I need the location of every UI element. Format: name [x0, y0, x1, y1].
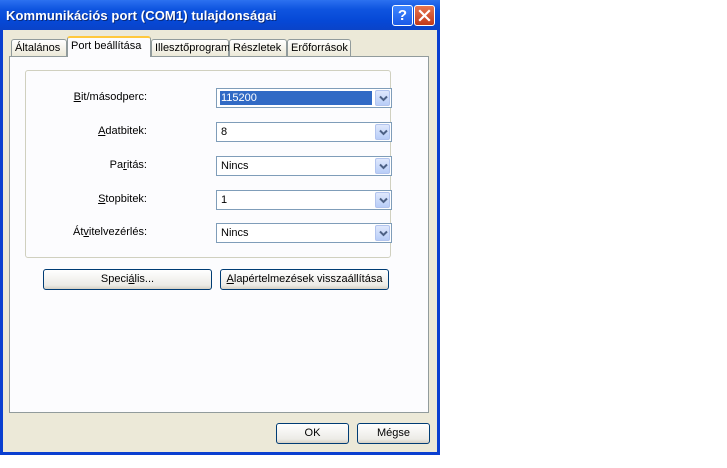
parity-select[interactable]: Nincs: [216, 156, 392, 176]
flow-control-dropdown-button[interactable]: [375, 225, 390, 241]
data-bits-select[interactable]: 8: [216, 122, 392, 142]
ok-button[interactable]: OK: [276, 423, 349, 444]
title-bar[interactable]: Kommunikációs port (COM1) tulajdonságai …: [0, 0, 440, 30]
advanced-button[interactable]: Speciális...: [43, 269, 212, 290]
stop-bits-select[interactable]: 1: [216, 190, 392, 210]
tab-label: Port beállítása: [71, 40, 142, 52]
port-settings-panel: Bit/másodperc: 115200 Adatbitek: 8 Parit…: [9, 56, 429, 413]
tab-resources[interactable]: Erőforrások: [287, 39, 351, 56]
stop-bits-value: 1: [221, 194, 228, 206]
tab-label: Részletek: [233, 42, 282, 54]
bits-per-second-select[interactable]: 115200: [216, 88, 392, 108]
bits-per-second-dropdown-button[interactable]: [375, 90, 390, 106]
parity-value: Nincs: [221, 160, 249, 172]
chevron-down-icon: [379, 230, 388, 237]
window-title: Kommunikációs port (COM1) tulajdonságai: [6, 8, 277, 23]
flow-control-label: Átvitelvezérlés:: [73, 226, 147, 238]
bits-per-second-value: 115200: [220, 91, 372, 105]
port-settings-group: Bit/másodperc: 115200 Adatbitek: 8 Parit…: [25, 70, 392, 258]
dialog-body: Általános Port beállítása Illesztőprogra…: [3, 30, 437, 452]
properties-dialog: Kommunikációs port (COM1) tulajdonságai …: [0, 0, 440, 455]
chevron-down-icon: [379, 163, 388, 170]
tab-label: Erőforrások: [291, 42, 348, 54]
stop-bits-label: Stopbitek:: [98, 193, 147, 205]
help-button[interactable]: ?: [392, 5, 413, 26]
bits-per-second-label: Bit/másodperc:: [73, 91, 147, 103]
parity-dropdown-button[interactable]: [375, 158, 390, 174]
close-button[interactable]: [414, 5, 435, 26]
data-bits-dropdown-button[interactable]: [375, 124, 390, 140]
data-bits-label: Adatbitek:: [98, 125, 147, 137]
tab-port-settings[interactable]: Port beállítása: [67, 36, 151, 57]
cancel-button[interactable]: Mégse: [357, 423, 430, 444]
restore-defaults-button[interactable]: Alapértelmezések visszaállítása: [220, 269, 389, 290]
flow-control-select[interactable]: Nincs: [216, 223, 392, 243]
close-icon: [418, 9, 431, 22]
chevron-down-icon: [379, 129, 388, 136]
data-bits-value: 8: [221, 126, 228, 138]
stop-bits-dropdown-button[interactable]: [375, 192, 390, 208]
tab-general[interactable]: Általános: [11, 39, 67, 56]
tab-label: Általános: [15, 42, 61, 54]
tab-details[interactable]: Részletek: [229, 39, 287, 56]
chevron-down-icon: [379, 197, 388, 204]
parity-label: Paritás:: [109, 159, 147, 171]
help-icon: ?: [397, 7, 408, 24]
tab-driver[interactable]: Illesztőprogram: [151, 39, 231, 56]
flow-control-value: Nincs: [221, 227, 249, 239]
tab-label: Illesztőprogram: [155, 42, 231, 54]
chevron-down-icon: [379, 95, 388, 102]
